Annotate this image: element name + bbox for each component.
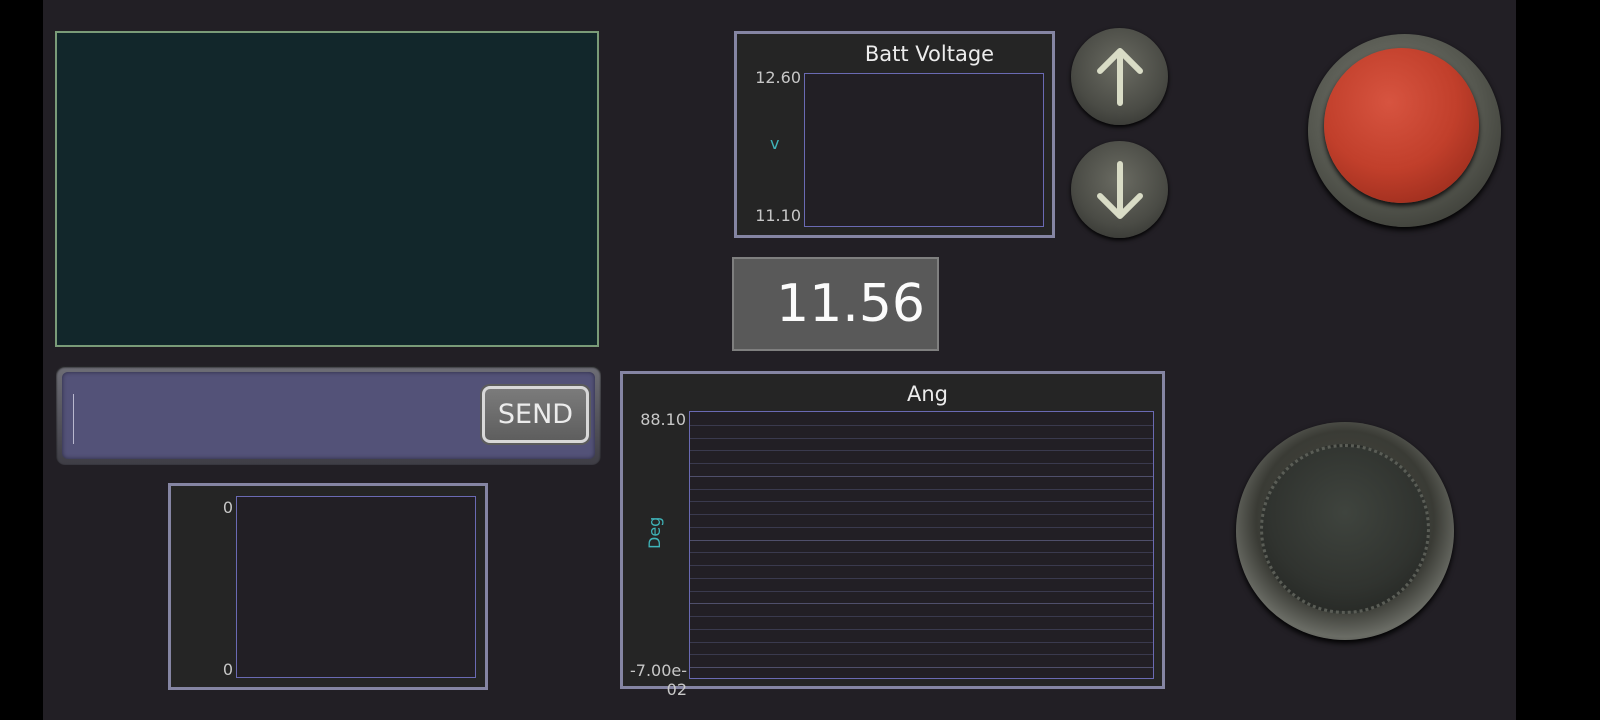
emergency-stop-button[interactable] [1308, 34, 1501, 227]
grid-line [690, 591, 1153, 592]
y-min-label: 11.10 [755, 206, 801, 225]
y-axis-label: Deg [645, 516, 664, 549]
grid-line [690, 565, 1153, 566]
joystick-knob[interactable] [1236, 422, 1454, 640]
ang-chart: Ang 88.10 Deg -7.00e-02 [620, 371, 1165, 699]
grid-line [690, 552, 1153, 553]
plot-area [689, 411, 1154, 679]
grid-line [690, 425, 1153, 426]
grid-line [690, 629, 1153, 630]
chart-title: Batt Voltage [864, 42, 995, 66]
grid-line [690, 642, 1153, 643]
grid-line [690, 578, 1153, 579]
text-cursor [73, 394, 74, 444]
grid-line [690, 438, 1153, 439]
command-input[interactable]: SEND [62, 372, 595, 459]
arrow-down-icon [1096, 160, 1143, 219]
grid-line [690, 501, 1153, 502]
grid-line [690, 476, 1153, 477]
arrow-up-icon [1096, 47, 1143, 106]
grid-line [690, 514, 1153, 515]
terminal-display [55, 31, 599, 347]
y-max-label: 12.60 [755, 68, 801, 87]
grid-line [690, 463, 1153, 464]
grid-line [690, 489, 1153, 490]
grid-line [690, 667, 1153, 668]
grid-line [690, 616, 1153, 617]
grid-line [690, 603, 1153, 604]
y-min-label: -7.00e-02 [629, 661, 687, 699]
batt-voltage-chart: Batt Voltage 12.60 v 11.10 [734, 31, 1055, 238]
grid-line [690, 654, 1153, 655]
y-max-label: 88.10 [640, 410, 686, 429]
y-max-label: 0 [222, 498, 233, 517]
y-min-label: 0 [222, 660, 233, 679]
small-chart: 0 0 [168, 483, 488, 690]
joystick-cap [1260, 444, 1430, 614]
grid-line [690, 450, 1153, 451]
grid-line [690, 540, 1153, 541]
plot-area [236, 496, 476, 678]
grid-line [690, 527, 1153, 528]
chart-title: Ang [906, 382, 948, 406]
send-button[interactable]: SEND [482, 386, 589, 443]
down-button[interactable] [1071, 141, 1168, 238]
battery-value-display: 11.56 [732, 257, 939, 351]
command-bar: SEND [56, 366, 601, 465]
plot-area [804, 73, 1044, 227]
y-axis-label: v [770, 134, 780, 153]
emergency-stop-cap [1324, 48, 1479, 203]
up-button[interactable] [1071, 28, 1168, 125]
